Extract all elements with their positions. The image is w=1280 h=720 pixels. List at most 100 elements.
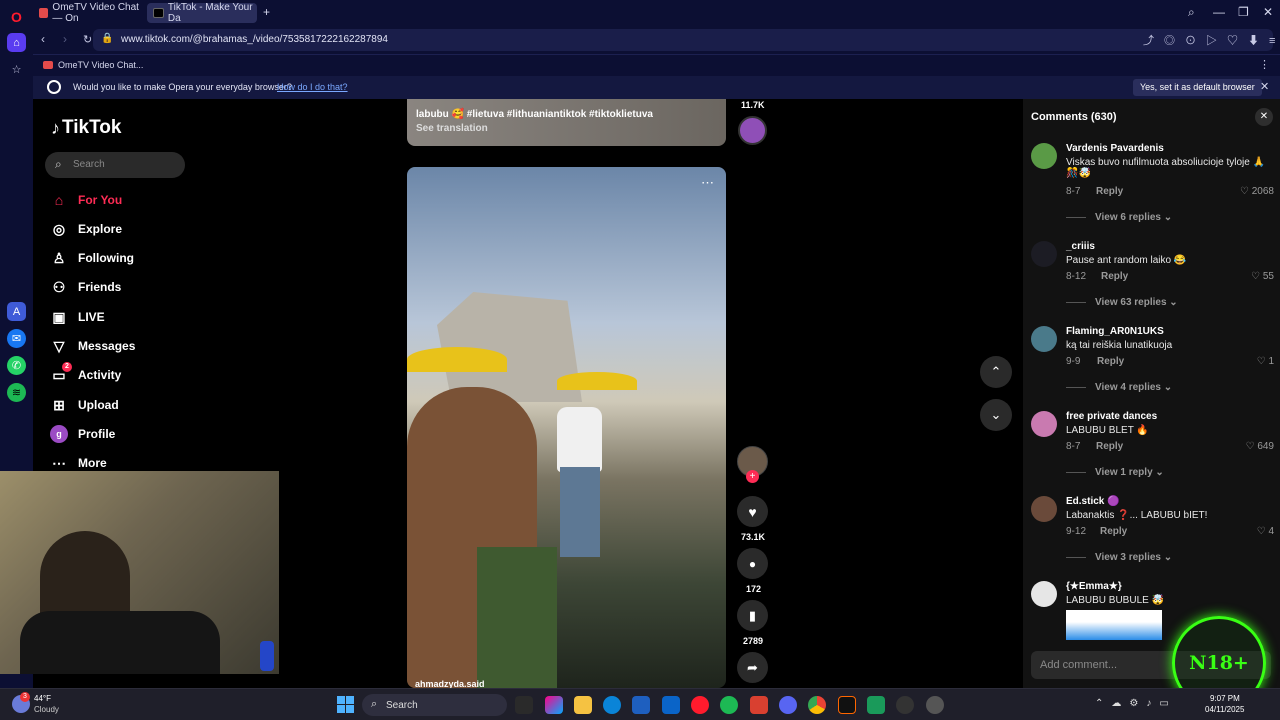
nav-following[interactable]: ♙ Following [50,247,134,269]
like-icon[interactable]: ♥ [737,496,768,527]
forward-icon[interactable]: › [63,32,67,46]
video-author-name[interactable]: ahmadzyda.said [415,679,485,688]
comment-username[interactable]: Flaming_AR0N1UKS [1066,326,1164,337]
taskbar-search[interactable]: ⌕ Search [362,694,507,716]
comment-like[interactable]: ♡ 2068 [1240,186,1274,197]
star-icon[interactable]: ☆ [7,60,26,79]
comment-username[interactable]: free private dances [1066,411,1157,422]
store-icon[interactable] [632,696,650,714]
close-window-icon[interactable]: ✕ [1263,5,1273,19]
search-input[interactable]: ⌕ Search [45,152,185,178]
set-default-button[interactable]: Yes, set it as default browser [1133,79,1262,96]
home-icon[interactable]: ⌂ [7,33,26,52]
search-tabs-icon[interactable]: ⌕ [1188,5,1195,20]
close-comments-icon[interactable]: ✕ [1255,108,1273,126]
capcut-icon[interactable] [838,696,856,714]
file-explorer-icon[interactable] [574,696,592,714]
chrome-icon[interactable] [808,696,826,714]
commenter-avatar[interactable] [1031,496,1057,522]
commenter-avatar[interactable] [1031,581,1057,607]
edge-icon[interactable] [603,696,621,714]
discord-icon[interactable] [779,696,797,714]
view-replies-button[interactable]: View 1 reply ⌄ [1066,467,1164,478]
reload-icon[interactable]: ↻ [83,33,92,46]
bookmark-ometv[interactable]: OmeTV Video Chat... [58,60,143,70]
video-player[interactable]: ⋯ ahmadzyda.said [407,167,726,688]
url-text[interactable]: www.tiktok.com/@brahamas_/video/75358172… [121,34,388,45]
nav-activity[interactable]: ▭ 2 Activity [50,362,121,386]
comment-like[interactable]: ♡ 4 [1257,526,1274,537]
reply-button[interactable]: Reply [1101,271,1128,282]
nav-messages[interactable]: ▽ Messages [50,335,136,357]
comment-like[interactable]: ♡ 55 [1251,271,1274,282]
comment-image-thumbnail[interactable] [1066,610,1162,640]
view-replies-button[interactable]: View 6 replies ⌄ [1066,212,1172,223]
comment-username[interactable]: {★Emma★} [1066,581,1122,592]
share-icon[interactable]: ➦ [737,652,768,683]
nav-for-you[interactable]: ⌂ For You [50,189,122,211]
previous-author-avatar[interactable] [738,116,767,145]
comments-count: 172 [746,584,762,594]
toolbar-extension-icons[interactable]: ⤴◎⊙▷♡⬇≡♙⬡ [1143,32,1280,48]
nav-live[interactable]: ▣ LIVE [50,306,104,328]
reply-button[interactable]: Reply [1096,186,1123,197]
view-replies-button[interactable]: View 63 replies ⌄ [1066,297,1178,308]
maximize-icon[interactable]: ❐ [1238,5,1249,19]
commenter-avatar[interactable] [1031,326,1057,352]
tab-ometv[interactable]: OmeTV Video Chat — On [33,2,143,24]
copilot-icon[interactable] [545,696,563,714]
messenger-icon[interactable]: ✉ [7,329,26,348]
reply-button[interactable]: Reply [1100,526,1127,537]
commenter-avatar[interactable] [1031,241,1057,267]
tab-tiktok[interactable]: TikTok - Make Your Da [147,2,257,24]
close-notification-icon[interactable]: ✕ [1260,80,1269,93]
start-icon[interactable] [337,696,354,713]
follow-plus-icon[interactable]: + [746,470,759,483]
reply-button[interactable]: Reply [1097,356,1124,367]
opera-gx-icon[interactable] [750,696,768,714]
tiktok-logo[interactable]: ♪ TikTok [51,117,121,139]
comment-username[interactable]: _criiis [1066,241,1095,252]
bookmark-icon[interactable]: ▮ [737,600,768,631]
view-replies-button[interactable]: View 4 replies ⌄ [1066,382,1172,393]
comment-username[interactable]: Ed.stick 🟣 [1066,496,1120,507]
opera-taskbar-icon[interactable] [691,696,709,714]
comment-icon[interactable]: ● [737,548,768,579]
opera-info-icon [47,80,61,94]
nav-upload[interactable]: ⊞ Upload [50,394,119,416]
spotify-icon[interactable]: ≋ [7,383,26,402]
app-green-icon[interactable] [867,696,885,714]
comment-like[interactable]: ♡ 1 [1257,356,1274,367]
view-replies-button[interactable]: View 3 replies ⌄ [1066,552,1172,563]
clock-date[interactable]: 04/11/2025 [1205,705,1244,714]
see-translation-link[interactable]: See translation [416,123,488,134]
whatsapp-icon[interactable]: ✆ [7,356,26,375]
bookmarks-more-icon[interactable]: ⋮ [1259,58,1270,71]
spotify-taskbar-icon[interactable] [720,696,738,714]
aria-icon[interactable]: A [7,302,26,321]
nav-profile[interactable]: g Profile [50,423,115,445]
url-field[interactable]: ↻ 🔒 www.tiktok.com/@brahamas_/video/7535… [83,29,1280,51]
opera-logo-icon[interactable]: O [7,7,26,26]
commenter-avatar[interactable] [1031,411,1057,437]
settings-icon[interactable] [926,696,944,714]
task-view-icon[interactable] [515,696,533,714]
reply-button[interactable]: Reply [1096,441,1123,452]
previous-video[interactable]: labubu 🥰 #lietuva #lithuaniantiktok #tik… [407,99,726,146]
next-video-button[interactable]: ⌄ [980,399,1012,431]
system-tray-icons[interactable]: ⌃☁⚙♪▭ [1095,698,1177,709]
comment-username[interactable]: Vardenis Pavardenis [1066,143,1164,154]
nav-explore[interactable]: ◎ Explore [50,218,122,240]
how-link[interactable]: How do I do that? [277,82,348,92]
back-icon[interactable]: ‹ [41,32,45,46]
commenter-avatar[interactable] [1031,143,1057,169]
video-more-icon[interactable]: ⋯ [701,175,714,191]
clock-time[interactable]: 9:07 PM [1210,694,1240,703]
new-tab-icon[interactable]: + [263,5,270,19]
comment-like[interactable]: ♡ 649 [1246,441,1274,452]
outlook-icon[interactable] [662,696,680,714]
obs-icon[interactable] [896,696,914,714]
nav-friends[interactable]: ⚇ Friends [50,276,122,298]
minimize-icon[interactable]: — [1213,5,1225,19]
previous-video-button[interactable]: ⌃ [980,356,1012,388]
